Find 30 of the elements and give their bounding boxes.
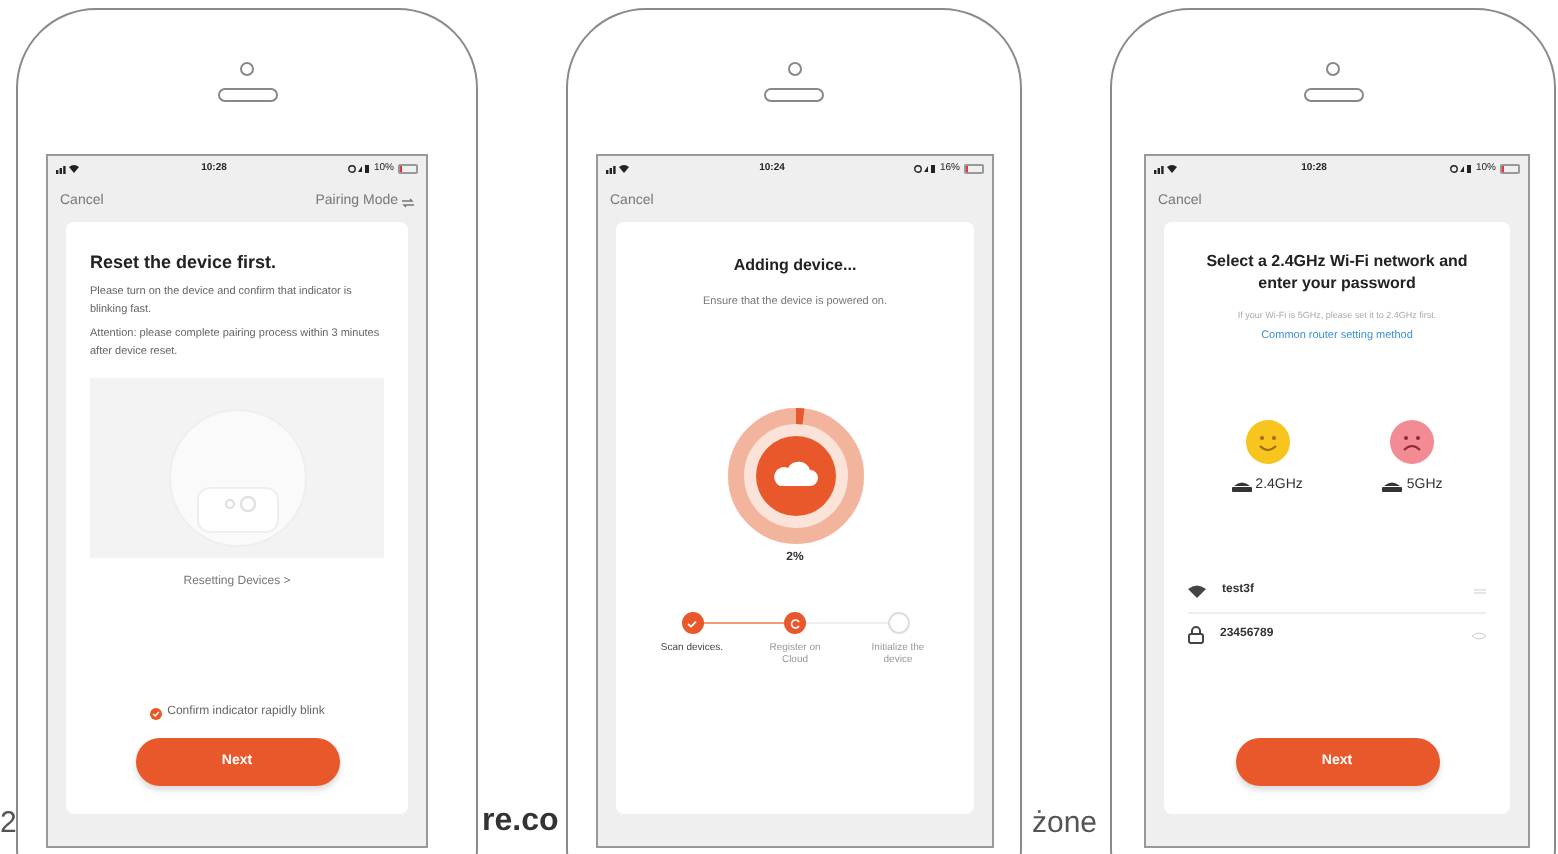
- eye-icon: [1472, 631, 1486, 639]
- confirm-checkbox[interactable]: [149, 707, 162, 719]
- camera: [787, 62, 801, 76]
- speaker: [217, 88, 277, 102]
- screen-title: Adding device...: [731, 254, 859, 278]
- signal-icon: [606, 164, 630, 174]
- lock-icon: [1188, 626, 1204, 644]
- battery-icon: [964, 164, 984, 174]
- screen-title: Select a 2.4GHz Wi-Fi network and enter your password: [1204, 250, 1470, 294]
- battery-icon: [398, 164, 418, 174]
- camera: [240, 62, 254, 76]
- swap-icon: [402, 197, 414, 207]
- signal-icon: [56, 164, 80, 174]
- speaker: [1303, 88, 1363, 102]
- battery-icon: [1500, 164, 1520, 174]
- check-icon: [686, 617, 698, 630]
- router-icon: [1231, 480, 1252, 493]
- progress-ring: [725, 406, 865, 547]
- signal-icon: [1154, 164, 1178, 174]
- router-icon: [1382, 480, 1403, 493]
- speaker: [764, 88, 824, 102]
- refresh-icon: [789, 617, 801, 630]
- smiley-face-icon: [1245, 420, 1290, 464]
- page-text: żone: [1032, 808, 1098, 838]
- camera: [1326, 62, 1340, 76]
- sad-face-icon: [1390, 420, 1435, 464]
- wifi-icon: [1188, 583, 1206, 597]
- screen-title: Reset the device first.: [90, 250, 279, 276]
- page-text: 2: [0, 808, 17, 838]
- page-text: re.co: [482, 806, 559, 838]
